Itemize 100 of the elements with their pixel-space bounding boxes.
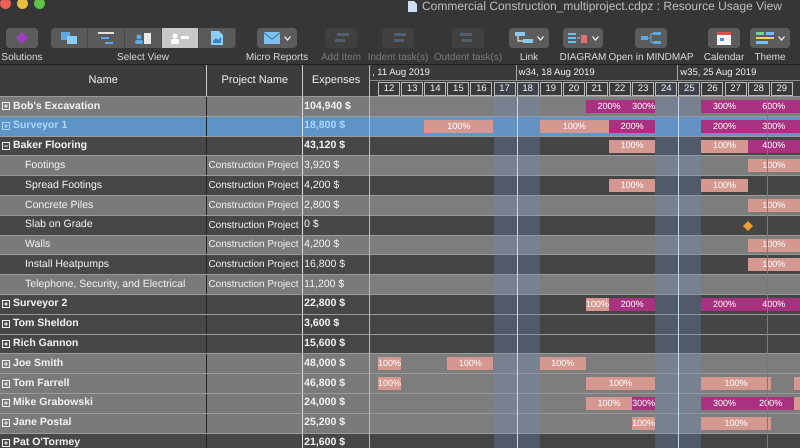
allocation-bar[interactable]: 200% <box>609 298 656 311</box>
column-header[interactable]: Name <box>0 65 208 96</box>
day-header: 16 <box>470 82 492 96</box>
allocation-bar[interactable]: 300% <box>632 100 656 113</box>
allocation-bar[interactable]: 200% <box>701 120 748 133</box>
table-row[interactable]: Mike Grabowski 24,000 $ <box>0 394 369 414</box>
table-row[interactable]: Footings Construction Project 3,920 $ <box>0 156 369 176</box>
table-row[interactable]: Bob's Excavation 104,940 $ <box>0 97 369 117</box>
close-window-icon[interactable] <box>0 0 11 9</box>
allocation-bar[interactable]: 200% <box>609 120 656 133</box>
minimize-window-icon[interactable] <box>17 0 28 9</box>
toolbar-label: Outdent task(s) <box>434 52 502 64</box>
allocation-bar[interactable]: 100% <box>586 298 609 311</box>
table-row[interactable]: Surveyor 2 22,800 $ <box>0 294 369 315</box>
allocation-bar[interactable]: 100% <box>378 377 402 390</box>
table-cell-text: 22,800 $ <box>304 296 346 312</box>
report-button[interactable] <box>257 28 297 48</box>
column-header[interactable]: Project Name <box>207 65 304 96</box>
day-header: 21 <box>586 82 608 96</box>
day-header: 13 <box>401 82 424 96</box>
theme-button[interactable] <box>750 28 790 48</box>
document-icon <box>210 31 222 45</box>
allocation-bar[interactable]: 300% <box>632 396 656 410</box>
allocation-bar[interactable]: 200% <box>586 100 632 113</box>
window-title: Commercial Construction_multiproject.cdpz : Resource Usage View <box>422 0 782 12</box>
document-icon <box>408 0 417 12</box>
allocation-bar[interactable]: 100% <box>540 357 586 370</box>
day-header: 27 <box>724 82 747 96</box>
table-cell-text: 104,940 $ <box>304 98 351 114</box>
calendar-button[interactable] <box>708 28 740 48</box>
table-row[interactable]: Tom Farrell 46,800 $ <box>0 374 369 394</box>
allocation-bar[interactable]: 100% <box>540 120 609 133</box>
table-row[interactable]: Tom Sheldon 3,600 $ <box>0 314 369 335</box>
allocation-bar[interactable]: 100% <box>586 396 632 410</box>
allocation-bar[interactable]: 300% <box>701 100 748 113</box>
column-header[interactable]: Expenses <box>303 65 369 96</box>
allocation-bar[interactable]: 600% <box>748 100 800 113</box>
allocation-bar[interactable]: 200% <box>748 396 794 410</box>
theme-bars-icon <box>756 32 774 44</box>
calendar-icon <box>717 32 731 44</box>
table-cell-text: 18,800 $ <box>304 118 346 134</box>
resource-name: Mike Grabowski <box>13 395 93 410</box>
table-row[interactable]: Jane Postal 25,200 $ <box>0 414 369 434</box>
table-row[interactable]: Spread Footings Construction Project 4,200 $ <box>0 176 369 196</box>
collapse-icon[interactable] <box>2 142 10 150</box>
resource-name: Surveyor 1 <box>13 118 68 134</box>
allocation-bar[interactable]: 100% <box>632 416 656 430</box>
table-row[interactable]: Joe Smith 48,000 $ <box>0 354 369 374</box>
allocation-bar[interactable]: 100% <box>701 377 771 390</box>
allocation-bar[interactable]: 100% <box>701 140 748 153</box>
table-cell-text: 43,120 $ <box>304 138 346 154</box>
resource-name: Rich Gannon <box>13 336 78 352</box>
allocation-bar[interactable]: 300% <box>701 396 748 410</box>
table-row[interactable]: Pat O'Tormey 21,600 $ <box>0 434 369 448</box>
allocation-bar[interactable]: 100% <box>586 377 656 390</box>
allocation-bar[interactable]: 400% <box>748 140 800 153</box>
resource-name: Jane Postal <box>13 415 72 430</box>
table-row[interactable]: Install Heatpumps Construction Project 16,800 $ <box>0 255 369 276</box>
view-tab[interactable] <box>50 28 88 48</box>
diagram-button[interactable] <box>563 28 603 48</box>
table-row[interactable]: Telephone, Security, and Electrical Construction Project 11,200 $ <box>0 275 369 295</box>
allocation-bar[interactable]: 100% <box>447 357 494 370</box>
allocation-bar[interactable]: 100% <box>378 357 402 370</box>
allocation-bar[interactable]: 100% <box>701 179 748 192</box>
table-row[interactable]: Surveyor 1 18,800 $ <box>0 116 369 137</box>
table-cell-text: Construction Project <box>208 159 298 174</box>
allocation-bar[interactable]: 100% <box>609 179 656 192</box>
allocation-bar[interactable]: 100% <box>701 416 771 430</box>
day-header: 14 <box>424 82 446 96</box>
day-header: 28 <box>748 82 770 96</box>
diamond-icon <box>16 32 28 44</box>
allocation-bar[interactable]: 100% <box>609 140 656 153</box>
day-header: 15 <box>447 82 470 96</box>
gantt-bars-icon <box>98 32 114 44</box>
allocation-bar[interactable]: 200% <box>701 298 748 311</box>
table-cell-text: 11,200 $ <box>304 276 344 292</box>
envelope-icon <box>264 32 280 44</box>
resource-name: Tom Sheldon <box>13 316 79 332</box>
table-row[interactable]: Baker Flooring 43,120 $ <box>0 136 369 156</box>
table-row[interactable]: Rich Gannon 15,600 $ <box>0 334 369 354</box>
task-name: Install Heatpumps <box>25 256 110 272</box>
allocation-bar[interactable]: 300% <box>748 120 800 133</box>
view-tab[interactable] <box>162 28 198 48</box>
maximize-window-icon[interactable] <box>34 0 45 9</box>
resource-name: Joe Smith <box>13 356 64 371</box>
allocation-bar[interactable]: 100% <box>424 120 494 133</box>
day-header: 22 <box>609 82 632 96</box>
person-sheet-icon <box>134 32 150 44</box>
table-cell-text: 16,800 $ <box>304 256 346 272</box>
mindmap-button[interactable] <box>635 28 667 48</box>
person-bar-icon <box>170 32 188 44</box>
table-row[interactable]: Concrete Piles Construction Project 2,800 $ <box>0 196 369 216</box>
table-row[interactable]: Walls Construction Project 4,200 $ <box>0 236 369 256</box>
table-row[interactable]: Slab on Grade Construction Project 0 $ <box>0 216 369 236</box>
table-cell-text: 3,920 $ <box>304 158 340 173</box>
table-cell-text: 25,200 $ <box>304 415 346 430</box>
allocation-bar[interactable]: 400% <box>748 298 800 311</box>
task-name: Slab on Grade <box>25 217 93 232</box>
link-button[interactable] <box>509 28 549 48</box>
task-name: Concrete Piles <box>25 198 94 212</box>
